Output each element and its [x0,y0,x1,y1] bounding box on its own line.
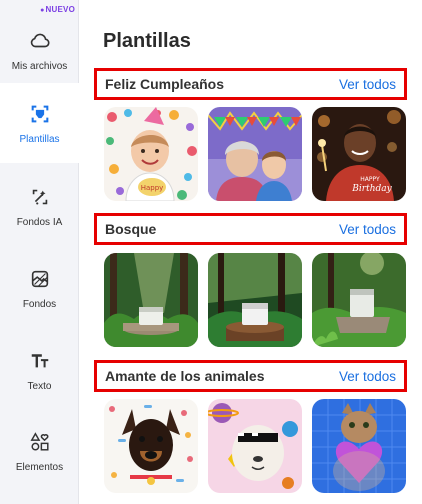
see-all-link[interactable]: Ver todos [339,369,396,384]
template-thumbnail[interactable] [312,399,406,493]
sidebar-item-ai-backgrounds[interactable]: Fondos IA [0,166,79,246]
sidebar-item-my-files[interactable]: Mis archivos [0,10,79,90]
template-thumbnail[interactable]: Happy [104,107,198,201]
sidebar-item-label: Texto [27,380,52,392]
background-icon [28,267,52,291]
template-thumbnail[interactable] [208,107,302,201]
templates-panel: Plantillas Feliz Cumpleaños Ver todos Ha… [80,0,422,504]
section-header-forest: Bosque Ver todos [94,213,407,245]
template-thumbnail[interactable] [104,399,198,493]
svg-text:HAPPY: HAPPY [360,176,380,183]
section-header-birthday: Feliz Cumpleaños Ver todos [94,68,407,100]
sidebar-item-label: Elementos [15,461,64,473]
sidebar-item-backgrounds[interactable]: Fondos [0,248,79,328]
app: ●NUEVO Mis archivos Plantillas Fondos IA… [0,0,422,504]
see-all-link[interactable]: Ver todos [339,77,396,92]
sidebar-item-label: Mis archivos [11,60,68,72]
elements-icon [28,430,52,454]
svg-text:Birthday: Birthday [351,184,392,194]
sidebar-item-label: Fondos IA [16,216,63,228]
template-thumbnail[interactable] [208,253,302,347]
sidebar-item-templates[interactable]: Plantillas [0,83,79,163]
section-title: Feliz Cumpleaños [105,76,225,92]
sidebar-item-text[interactable]: Texto [0,330,79,410]
template-thumbnail[interactable]: HAPPY Birthday [312,107,406,201]
section-title: Bosque [105,221,157,237]
sidebar-item-label: Fondos [22,298,57,310]
template-thumbnail[interactable] [208,399,302,493]
sidebar-item-elements[interactable]: Elementos [0,411,79,491]
cloud-icon [28,29,52,53]
section-header-animal-lovers: Amante de los animales Ver todos [94,360,407,392]
see-all-link[interactable]: Ver todos [339,222,396,237]
svg-text:Happy: Happy [141,184,164,192]
template-thumbnail[interactable] [312,253,406,347]
section-title: Amante de los animales [105,368,265,384]
page-title: Plantillas [103,30,191,52]
ai-background-icon [28,185,52,209]
template-icon [28,102,52,126]
text-icon [28,349,52,373]
sidebar: ●NUEVO Mis archivos Plantillas Fondos IA… [0,0,79,504]
template-thumbnail[interactable] [104,253,198,347]
sidebar-item-label: Plantillas [19,133,60,145]
